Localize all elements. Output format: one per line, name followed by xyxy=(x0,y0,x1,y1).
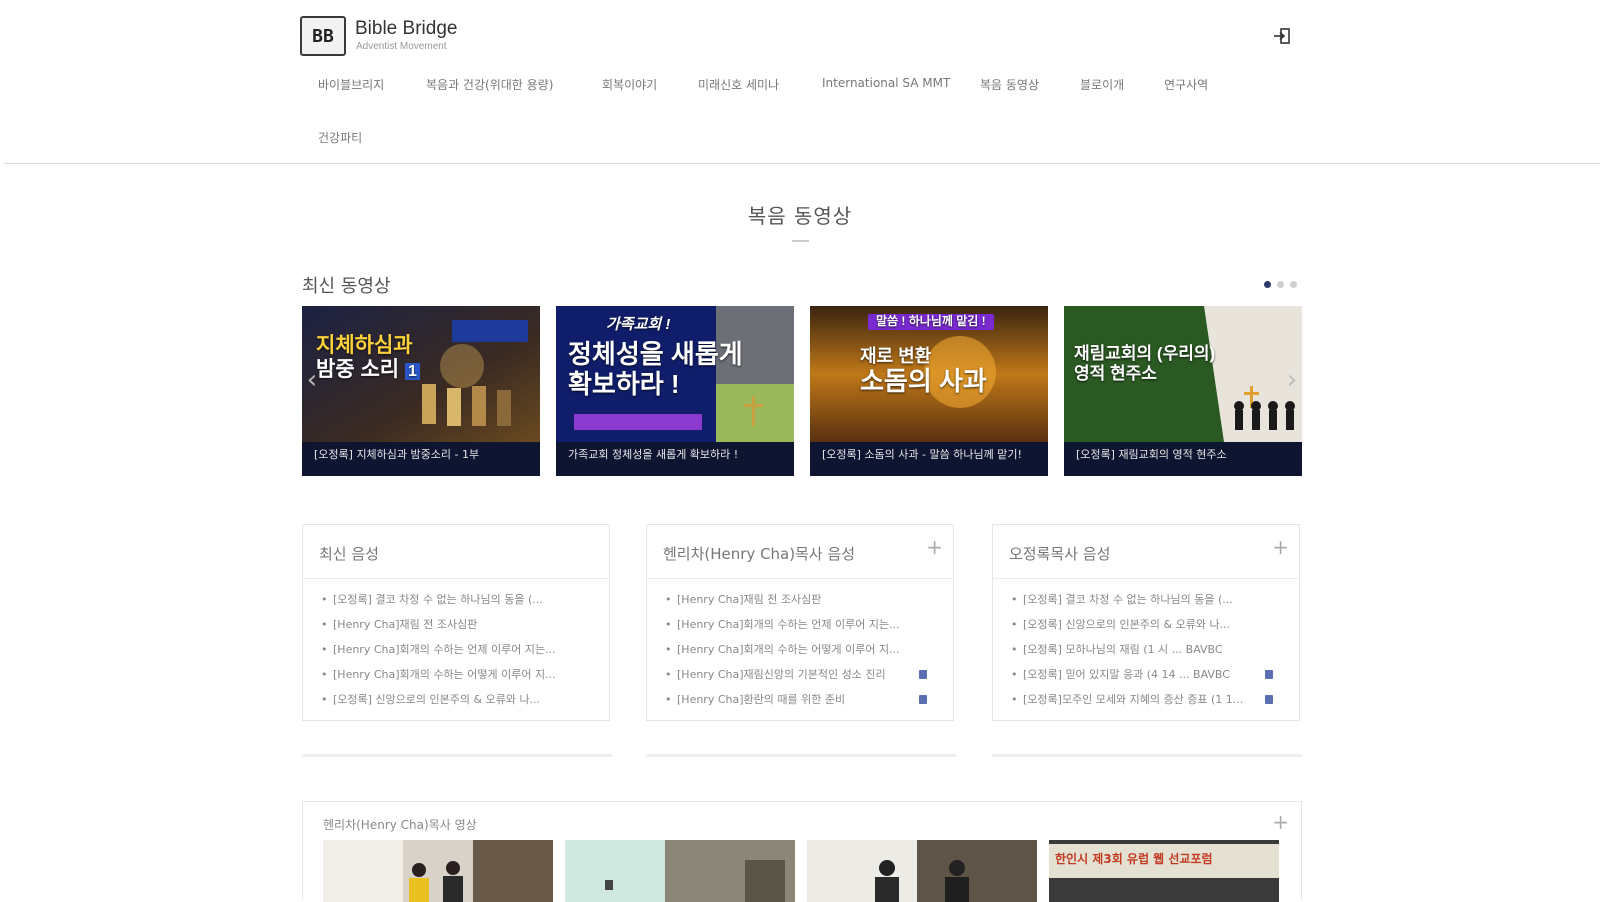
latest-videos-title: 최신 동영상 xyxy=(302,276,391,297)
carousel-next-arrow[interactable]: › xyxy=(1282,362,1302,398)
panel-footer-bar xyxy=(646,754,956,757)
more-plus-icon[interactable]: + xyxy=(1272,535,1289,559)
video-caption-4: [오정록] 재림교회의 영적 현주소 xyxy=(1064,442,1302,476)
nav-item-gospel-video[interactable]: 복음 동영상 xyxy=(980,76,1039,93)
gallery-title: 헨리차(Henry Cha)목사 영상 xyxy=(323,818,477,832)
henry-cha-video-gallery: 헨리차(Henry Cha)목사 영상 + 한인시 제3회 유럽 웹 선교포럼 xyxy=(302,801,1302,902)
nav-item-blog[interactable]: 블로이개 xyxy=(1080,76,1124,93)
panel-divider xyxy=(647,578,953,579)
video-caption-3: [오정록] 소돔의 사과 - 말씀 하나님께 맡기! xyxy=(810,442,1048,476)
list-item[interactable]: [Henry Cha]환란의 때를 위한 준비 xyxy=(665,687,955,712)
panel-list: [오정록] 결코 차정 수 없는 하나님의 동을 (... [오정록] 신앙으로… xyxy=(993,587,1301,712)
gallery-photo-4-text: 한인시 제3회 유럽 웹 선교포럼 xyxy=(1055,852,1213,866)
panel-oh-jungrok-audio: 오정록목사 음성 + [오정록] 결코 차정 수 없는 하나님의 동을 (...… xyxy=(992,524,1300,721)
list-item[interactable]: [오정록]모주인 모세와 지혜의 증산 증표 (1 1... xyxy=(1011,687,1301,712)
video-caption-1: [오정록] 지체하심과 밤중소리 - 1부 xyxy=(302,442,540,476)
panel-footer-bar xyxy=(992,754,1302,757)
video-headline-1: 지체하심과 밤중 소리 1 xyxy=(316,334,420,382)
video-headline-4: 재림교회의 (우리의) 영적 현주소 xyxy=(1074,344,1216,383)
main-nav: 바이블브리지 복음과 건강(위대한 용량) 회복이야기 미래신호 세미나 Int… xyxy=(318,70,1298,160)
video-card-1[interactable]: 지체하심과 밤중 소리 1 [오정록] 지체하심과 밤중소리 - 1부 ‹ xyxy=(302,306,540,476)
more-plus-icon[interactable]: + xyxy=(1272,810,1289,834)
list-item[interactable]: [Henry Cha]재림 전 조사심판 xyxy=(321,612,611,637)
new-post-icon xyxy=(1265,695,1273,704)
carousel-dot-3[interactable] xyxy=(1290,281,1297,288)
panel-henry-cha-audio: 헨리차(Henry Cha)목사 음성 + [Henry Cha]재림 전 조사… xyxy=(646,524,954,721)
carousel-dot-2[interactable] xyxy=(1277,281,1284,288)
carousel-prev-arrow[interactable]: ‹ xyxy=(302,362,322,398)
video-card-4[interactable]: 재림교회의 (우리의) 영적 현주소 [오정록] 재림교회의 영적 현주소 › xyxy=(1064,306,1302,476)
gallery-photo-2[interactable] xyxy=(565,840,795,902)
logo-title[interactable]: Bible Bridge xyxy=(355,18,457,40)
new-post-icon xyxy=(1265,670,1273,679)
list-item[interactable]: [Henry Cha]회개의 수하는 언제 이루어 지는... xyxy=(665,612,955,637)
panel-list: [Henry Cha]재림 전 조사심판 [Henry Cha]회개의 수하는 … xyxy=(647,587,955,712)
panel-title: 최신 음성 xyxy=(319,545,379,563)
list-item[interactable]: [Henry Cha]회개의 수하는 어떻게 이루어 지... xyxy=(665,637,955,662)
panel-title: 헨리차(Henry Cha)목사 음성 xyxy=(663,545,856,563)
gallery-photo-4[interactable]: 한인시 제3회 유럽 웹 선교포럼 xyxy=(1049,840,1279,902)
gallery-photo-1[interactable] xyxy=(323,840,553,902)
panel-divider xyxy=(993,578,1299,579)
panel-divider xyxy=(303,578,609,579)
video-card-3[interactable]: 말씀 ! 하나님께 맡김 ! 재로 변환 소돔의 사과 [오정록] 소돔의 사과… xyxy=(810,306,1048,476)
carousel-pagination xyxy=(1264,281,1300,289)
gallery-thumbnail-3 xyxy=(807,840,1037,902)
video-card-2[interactable]: 가족교회 ! 정체성을 새롭게 확보하라 ! 가족교회 정체성을 새롭게 확보하… xyxy=(556,306,794,476)
panel-title: 오정록목사 음성 xyxy=(1009,545,1111,563)
header-divider xyxy=(4,163,1600,164)
more-plus-icon[interactable]: + xyxy=(926,535,943,559)
new-post-icon xyxy=(919,670,927,679)
video-banner-3: 말씀 ! 하나님께 맡김 ! xyxy=(868,314,994,330)
list-item[interactable]: [오정록] 신앙으로의 인본주의 & 오류와 나... xyxy=(321,687,611,712)
panel-footer-bar xyxy=(302,754,612,757)
list-item[interactable]: [오정록] 모하나님의 재림 (1 시 ... BAVBC xyxy=(1011,637,1301,662)
video-headline-3: 재로 변환 소돔의 사과 xyxy=(860,346,987,396)
logo-subtitle: Adventist Movement xyxy=(356,41,447,52)
nav-item-international-sa-mmt[interactable]: International SA MMT xyxy=(822,76,950,90)
list-item[interactable]: [오정록] 결코 차정 수 없는 하나님의 동을 (... xyxy=(321,587,611,612)
gallery-thumbnail-2 xyxy=(565,840,795,902)
panel-list: [오정록] 결코 차정 수 없는 하나님의 동을 (... [Henry Cha… xyxy=(303,587,611,712)
video-headline-2: 정체성을 새롭게 확보하라 ! xyxy=(568,339,743,399)
nav-item-research[interactable]: 연구사역 xyxy=(1164,76,1208,93)
nav-item-recovery-stories[interactable]: 회복이야기 xyxy=(602,76,657,93)
list-item[interactable]: [오정록] 신앙으로의 인본주의 & 오류와 나... xyxy=(1011,612,1301,637)
list-item[interactable]: [Henry Cha]회개의 수하는 어떻게 이루어 지... xyxy=(321,662,611,687)
logo-mark[interactable]: BB xyxy=(300,16,346,56)
carousel-dot-1[interactable] xyxy=(1264,281,1271,288)
page-title: 복음 동영상 xyxy=(747,204,853,228)
list-item[interactable]: [Henry Cha]회개의 수하는 언제 이루어 지는... xyxy=(321,637,611,662)
new-post-icon xyxy=(919,695,927,704)
video-caption-2: 가족교회 정체성을 새롭게 확보하라 ! xyxy=(556,442,794,476)
nav-item-biblebridge[interactable]: 바이블브리지 xyxy=(318,76,384,93)
list-item[interactable]: [Henry Cha]재림 전 조사심판 xyxy=(665,587,955,612)
panel-latest-audio: 최신 음성 [오정록] 결코 차정 수 없는 하나님의 동을 (... [Hen… xyxy=(302,524,610,721)
nav-item-health-party[interactable]: 건강파티 xyxy=(318,129,362,146)
list-item[interactable]: [Henry Cha]재림신앙의 기본적인 성소 진리 xyxy=(665,662,955,687)
nav-item-future-signal-seminar[interactable]: 미래신호 세미나 xyxy=(698,76,779,93)
gallery-photo-3[interactable] xyxy=(807,840,1037,902)
video-headline-2-top: 가족교회 ! xyxy=(606,316,671,333)
gallery-thumbnail-1 xyxy=(323,840,553,902)
list-item[interactable]: [오정록] 결코 차정 수 없는 하나님의 동을 (... xyxy=(1011,587,1301,612)
title-underline xyxy=(792,240,809,242)
login-icon[interactable] xyxy=(1272,26,1292,46)
list-item[interactable]: [오정록] 믿어 있지말 응과 (4 14 ... BAVBC xyxy=(1011,662,1301,687)
nav-item-gospel-health[interactable]: 복음과 건강(위대한 용량) xyxy=(426,76,553,93)
